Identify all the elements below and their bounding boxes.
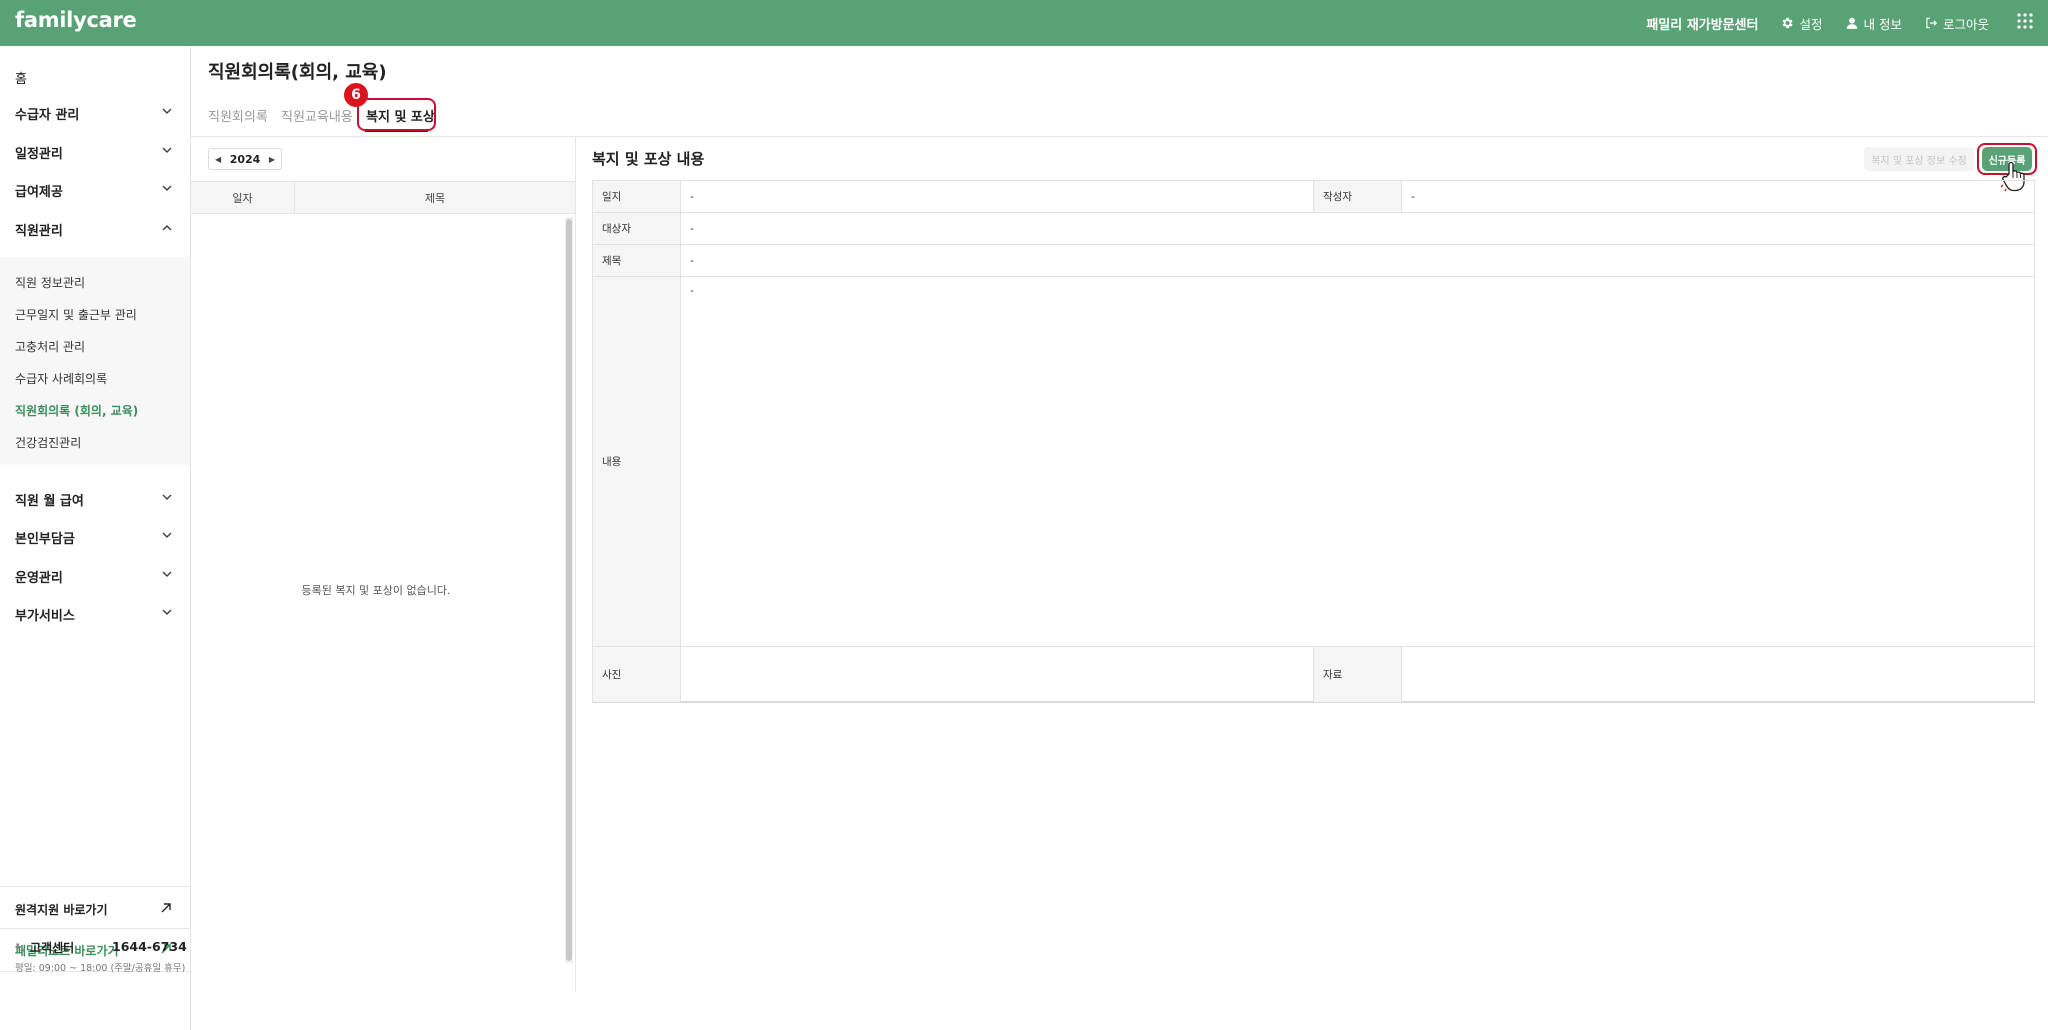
list-scrollbar-thumb[interactable] [566,219,572,961]
sidebar-item-home[interactable]: 홈 [15,68,27,87]
label-content: 내용 [593,277,681,647]
tab-staff-meeting[interactable]: 직원회의록 [208,106,268,125]
my-info-label: 내 정보 [1863,16,1902,32]
value-subject: - [681,245,2034,277]
sidebar-group-label: 직원관리 [15,223,63,239]
tab-staff-education[interactable]: 직원교육내용 [281,106,353,125]
chevron-down-icon [162,494,172,501]
sidebar-group-benefit[interactable]: 급여제공 [0,171,190,209]
step-badge: 6 [344,83,368,107]
sidebar: 홈 수급자 관리 일정관리 급여제공 직원관리 직원 정보관리 근무일지 및 출… [0,46,191,1030]
chevron-up-icon [162,224,172,231]
value-content: - [681,277,2034,647]
sidebar-group-label: 부가서비스 [15,608,75,624]
label-target: 대상자 [593,213,681,245]
chevron-down-icon [162,571,172,578]
edit-welfare-button[interactable]: 복지 및 포상 정보 수정 [1864,147,1974,171]
sidebar-group-staff[interactable]: 직원관리 [0,210,190,248]
sidebar-group-schedule[interactable]: 일정관리 [0,133,190,171]
staff-submenu: 직원 정보관리 근무일지 및 출근부 관리 고충처리 관리 수급자 사례회의록 … [0,257,190,465]
value-author: - [1402,181,2034,213]
label-date: 일지 [593,181,681,213]
external-link-icon[interactable] [160,902,172,914]
logout-icon [1926,17,1938,29]
page-title: 직원회의록(회의, 교육) [208,62,387,83]
customer-center: 고객센터 [15,939,74,956]
chevron-down-icon [162,108,172,115]
label-material: 자료 [1314,647,1402,702]
phone-icon [16,943,25,952]
sidebar-group-label: 본인부담금 [15,531,75,547]
sidebar-group-label: 운영관리 [15,570,63,586]
sidebar-group-addon[interactable]: 부가서비스 [0,595,190,633]
customer-center-phone: 1644-6734 [112,939,187,954]
year-navigator: ◀ 2024 ▶ [208,148,282,170]
sidebar-group-operation[interactable]: 운영관리 [0,557,190,595]
sidebar-group-label: 직원 월 급여 [15,493,84,509]
sidebar-item-staff-info[interactable]: 직원 정보관리 [15,274,85,291]
col-title-header[interactable]: 제목 [295,182,575,213]
sidebar-divider [0,886,190,887]
value-date: - [681,181,1314,213]
tab-highlight-annotation [357,98,436,131]
top-nav: 패밀리 재가방문센터 설정 내 정보 로그아웃 [1646,0,2048,46]
remote-support-link[interactable]: 원격지원 바로가기 [15,901,108,918]
chevron-down-icon [162,147,172,154]
sidebar-group-label: 일정관리 [15,146,63,162]
customer-center-label: 고객센터 [30,941,75,955]
app-logo[interactable]: familycare [15,8,137,32]
value-material[interactable] [1402,647,2034,702]
logout-label: 로그아웃 [1942,16,1989,32]
col-date-header[interactable]: 일자 [191,182,295,213]
sidebar-group-label: 급여제공 [15,184,63,200]
sidebar-group-recipient[interactable]: 수급자 관리 [0,94,190,132]
sidebar-item-health-check[interactable]: 건강검진관리 [15,434,81,451]
chevron-down-icon [162,532,172,539]
value-photo[interactable] [681,647,1314,702]
detail-title: 복지 및 포상 내용 [592,150,705,168]
welfare-list-panel: ◀ 2024 ▶ 일자 제목 등록된 복지 및 포상이 없습니다. [191,137,576,992]
sidebar-group-copay[interactable]: 본인부담금 [0,518,190,556]
customer-center-hours: 평일: 09:00 ~ 18:00 (주말/공휴일 휴무) [15,963,186,974]
sidebar-item-work-log[interactable]: 근무일지 및 출근부 관리 [15,306,137,323]
sidebar-item-case-meeting[interactable]: 수급자 사례회의록 [15,370,107,387]
settings-link[interactable]: 설정 [1780,14,1823,33]
next-year-icon[interactable]: ▶ [269,155,275,164]
label-photo: 사진 [593,647,681,702]
prev-year-icon[interactable]: ◀ [215,155,221,164]
year-value: 2024 [229,152,261,166]
list-header: 일자 제목 [191,181,575,214]
welfare-detail-table: 일지 - 작성자 - 대상자 - 제목 - 내용 - 사진 자료 [592,180,2035,703]
top-bar: familycare 패밀리 재가방문센터 설정 내 정보 로그아웃 [0,0,2048,46]
gear-icon [1783,17,1794,29]
my-info-link[interactable]: 내 정보 [1845,14,1902,33]
settings-label: 설정 [1799,16,1823,32]
empty-list-message: 등록된 복지 및 포상이 없습니다. [301,584,451,597]
label-subject: 제목 [593,245,681,277]
sidebar-group-label: 수급자 관리 [15,107,80,123]
chevron-down-icon [162,609,172,616]
value-target: - [681,213,2034,245]
apps-grid-icon[interactable] [2017,13,2033,33]
sidebar-group-salary[interactable]: 직원 월 급여 [0,480,190,518]
label-author: 작성자 [1314,181,1402,213]
user-icon [1846,17,1857,29]
center-name: 패밀리 재가방문센터 [1646,17,1759,33]
logout-link[interactable]: 로그아웃 [1924,14,1989,33]
sidebar-divider [0,928,190,929]
sidebar-item-staff-meeting[interactable]: 직원회의록 (회의, 교육) [15,402,138,419]
chevron-down-icon [162,185,172,192]
sidebar-item-grievance[interactable]: 고충처리 관리 [15,338,85,355]
